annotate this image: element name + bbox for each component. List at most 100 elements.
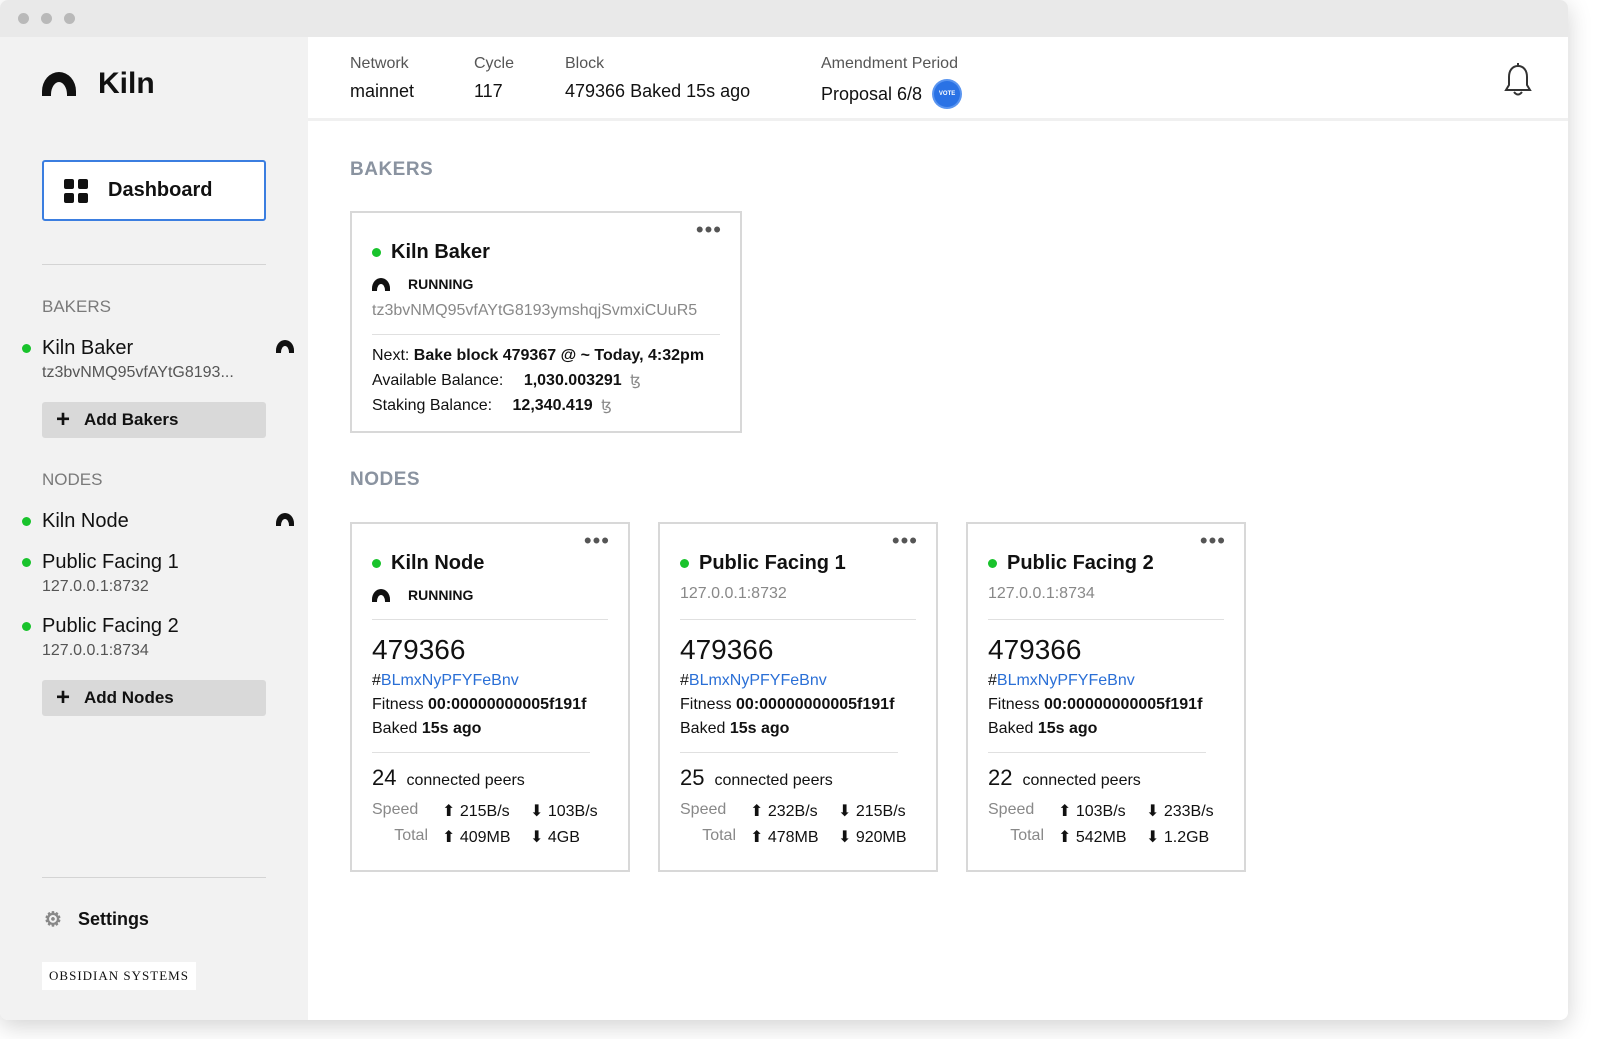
block-hash-link[interactable]: BLmxNyPFYFeBnv: [997, 672, 1135, 689]
block-height: 479366: [680, 634, 774, 665]
card-divider: [372, 752, 590, 753]
baked-value: 15s ago: [729, 720, 790, 737]
add-bakers-button[interactable]: + Add Bakers: [42, 402, 266, 438]
total-up-value: 409MB: [459, 829, 511, 846]
arrow-down-icon: ⬇: [838, 829, 852, 846]
speed-up-value: 103B/s: [1075, 803, 1126, 820]
total-up-value: 542MB: [1075, 829, 1127, 846]
total-up: ⬆ 542MB: [1058, 827, 1146, 847]
baker-card[interactable]: ••• Kiln Baker RUNNING tz3bvNMQ95vfAYtG8…: [350, 211, 742, 433]
available-balance-row: Available Balance: 1,030.003291 ꜩ: [372, 371, 720, 390]
block-hash-row: #BLmxNyPFYFeBnv: [988, 672, 1224, 690]
status-dot: [680, 559, 689, 568]
more-dots-icon[interactable]: •••: [892, 530, 918, 552]
node-card-public-facing-2[interactable]: ••• Public Facing 2 127.0.0.1:8734 47936…: [966, 522, 1246, 872]
sidebar-item-address: 127.0.0.1:8734: [42, 642, 149, 659]
fitness-row: Fitness 00:00000000005f191f: [988, 696, 1224, 714]
next-value: Bake block 479367 @ ~ Today, 4:32pm: [413, 347, 705, 364]
window-close-button[interactable]: [18, 13, 29, 24]
add-nodes-label: Add Nodes: [84, 688, 174, 707]
arrow-down-icon: ⬇: [1146, 829, 1160, 846]
settings-label: Settings: [77, 909, 149, 929]
more-dots-icon[interactable]: •••: [696, 219, 722, 241]
total-label: Total: [394, 827, 428, 844]
bell-icon[interactable]: [1504, 63, 1532, 97]
settings-button[interactable]: ⚙ Settings: [44, 907, 149, 932]
speed-label: Speed: [372, 801, 419, 818]
nodes-section-title: NODES: [350, 469, 421, 490]
sidebar-item-public-facing-2[interactable]: Public Facing 2 127.0.0.1:8734: [22, 615, 298, 660]
plus-icon: +: [56, 684, 71, 711]
bakers-section-title: BAKERS: [350, 159, 434, 180]
speed-up: ⬆ 215B/s: [442, 801, 530, 821]
dashboard-button[interactable]: Dashboard: [42, 160, 266, 221]
baked-row: Baked 15s ago: [988, 720, 1224, 738]
fitness-row: Fitness 00:00000000005f191f: [680, 696, 916, 714]
dashboard-grid-icon: [64, 178, 88, 203]
block-info: Block 479366 Baked 15s ago: [565, 55, 750, 102]
sidebar-item-address: tz3bvNMQ95vfAYtG8193...: [42, 364, 234, 381]
hash-prefix: #: [372, 672, 381, 689]
total-down: ⬇ 4GB: [530, 827, 610, 847]
fitness-value: 00:00000000005f191f: [1044, 696, 1203, 713]
network-value: mainnet: [350, 81, 415, 101]
total-down: ⬇ 1.2GB: [1146, 827, 1226, 847]
amendment-value-row: Proposal 6/8 VOTE: [821, 81, 961, 107]
card-title: Kiln Node: [372, 552, 608, 575]
sidebar-item-label: Kiln Baker: [42, 337, 134, 359]
card-divider: [680, 619, 916, 620]
arrow-up-icon: ⬆: [750, 803, 764, 820]
add-nodes-button[interactable]: + Add Nodes: [42, 680, 266, 716]
gear-icon: ⚙: [44, 909, 62, 931]
block-label: Block: [565, 55, 605, 72]
sidebar-item-address: 127.0.0.1:8732: [42, 578, 149, 595]
arrow-up-icon: ⬆: [442, 829, 456, 846]
speed-down: ⬇ 103B/s: [530, 801, 610, 821]
card-divider: [372, 334, 720, 335]
status-text: RUNNING: [408, 276, 474, 292]
fitness-row: Fitness 00:00000000005f191f: [372, 696, 608, 714]
card-title: Public Facing 1: [680, 552, 916, 575]
network-info: Network mainnet: [350, 55, 414, 102]
speed-label: Speed: [680, 801, 727, 818]
more-dots-icon[interactable]: •••: [1200, 530, 1226, 552]
status-dot: [372, 559, 381, 568]
sidebar-nodes-heading: NODES: [42, 470, 103, 489]
speed-down-value: 103B/s: [547, 803, 598, 820]
sidebar-item-public-facing-1[interactable]: Public Facing 1 127.0.0.1:8732: [22, 551, 298, 596]
speed-down-value: 233B/s: [1163, 803, 1214, 820]
node-address: 127.0.0.1:8732: [680, 585, 787, 602]
peers-label: connected peers: [714, 772, 833, 789]
block-hash-link[interactable]: BLmxNyPFYFeBnv: [689, 672, 827, 689]
sidebar-item-kiln-node[interactable]: Kiln Node: [22, 510, 298, 533]
vote-badge-icon[interactable]: VOTE: [934, 81, 961, 107]
block-hash-link[interactable]: BLmxNyPFYFeBnv: [381, 672, 519, 689]
card-divider: [988, 619, 1224, 620]
speed-label: Speed: [988, 801, 1035, 818]
fitness-label: Fitness: [680, 696, 732, 713]
peers-row: 24 connected peers: [372, 765, 608, 791]
kiln-arch-icon: [42, 72, 76, 96]
window-minimize-button[interactable]: [41, 13, 52, 24]
block-hash-row: #BLmxNyPFYFeBnv: [372, 672, 608, 690]
block-height: 479366: [988, 634, 1082, 665]
sidebar-item-label: Public Facing 1: [42, 551, 179, 573]
baked-label: Baked: [680, 720, 726, 737]
node-card-public-facing-1[interactable]: ••• Public Facing 1 127.0.0.1:8732 47936…: [658, 522, 938, 872]
sidebar-item-kiln-baker[interactable]: Kiln Baker tz3bvNMQ95vfAYtG8193...: [22, 337, 298, 382]
cycle-info: Cycle 117: [474, 55, 514, 102]
peers-count: 25: [680, 765, 705, 790]
card-divider: [372, 619, 608, 620]
total-up: ⬆ 409MB: [442, 827, 530, 847]
more-dots-icon[interactable]: •••: [584, 530, 610, 552]
window-maximize-button[interactable]: [64, 13, 75, 24]
baked-label: Baked: [988, 720, 1034, 737]
staking-value: 12,340.419: [512, 397, 593, 414]
total-up-value: 478MB: [767, 829, 819, 846]
node-card-kiln-node[interactable]: ••• Kiln Node RUNNING 479366 #BLmxNyPFYF…: [350, 522, 630, 872]
traffic-stats: Speed ⬆ 215B/s ⬇ 103B/s Total ⬆ 409MB ⬇ …: [372, 801, 608, 847]
main-content: Network mainnet Cycle 117 Block 479366 B…: [308, 37, 1568, 1020]
card-title: Kiln Baker: [372, 241, 720, 264]
node-name: Public Facing 2: [1007, 552, 1154, 574]
arrow-up-icon: ⬆: [1058, 803, 1072, 820]
